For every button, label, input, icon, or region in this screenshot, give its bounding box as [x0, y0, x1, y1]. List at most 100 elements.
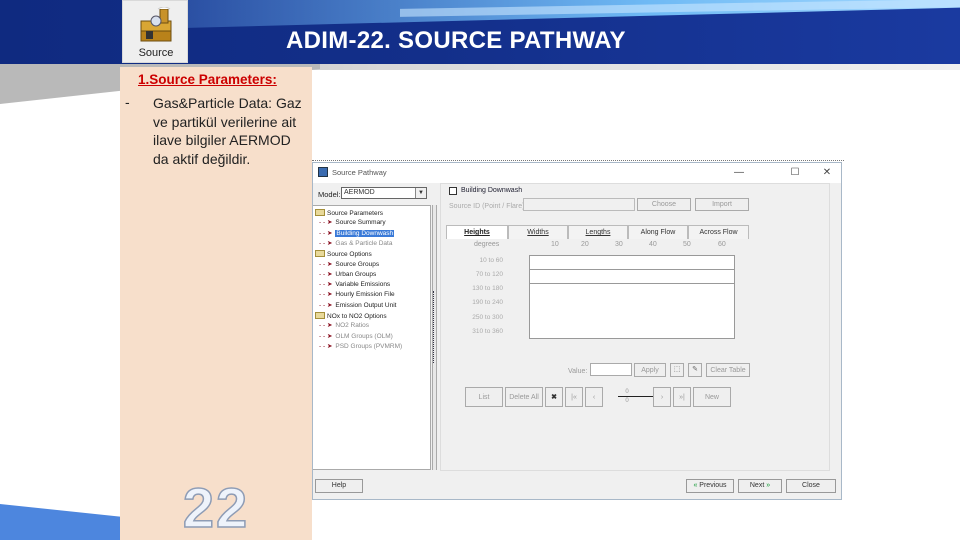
- degree-col-header: 40: [649, 241, 657, 248]
- maximize-button[interactable]: ☐: [781, 165, 809, 181]
- window-titlebar: Source Pathway — ☐ ✕: [313, 163, 841, 183]
- tab-widths[interactable]: Widths: [508, 225, 568, 239]
- tree-folder[interactable]: Source Options: [315, 250, 372, 259]
- degree-col-header: 60: [718, 241, 726, 248]
- total-records: 0: [625, 398, 629, 404]
- row-label: 310 to 360: [472, 328, 503, 335]
- tree-item[interactable]: - - ➤ Gas & Particle Data: [319, 240, 392, 249]
- table-row-divider: [530, 283, 734, 284]
- tree-item[interactable]: - - ➤ OLM Groups (OLM): [319, 333, 393, 342]
- building-downwash-checkbox[interactable]: [449, 187, 457, 195]
- tree-arrow-icon: - - ➤: [319, 342, 333, 350]
- tree-arrow-icon: - - ➤: [319, 322, 333, 330]
- first-record-icon[interactable]: |«: [565, 387, 583, 407]
- tree-label: NO2 Ratios: [335, 322, 369, 330]
- cursor-select-icon[interactable]: ⬚: [670, 363, 684, 377]
- tree-item[interactable]: - - ➤ Hourly Emission File: [319, 291, 395, 300]
- row-label: 190 to 240: [472, 299, 503, 306]
- tab-label: Lengths: [585, 229, 611, 236]
- help-button[interactable]: Help: [315, 479, 363, 493]
- tree-arrow-icon: - - ➤: [319, 229, 333, 237]
- tab-across-flow[interactable]: Across Flow: [688, 225, 749, 239]
- tree-item[interactable]: - - ➤ Source Summary: [319, 219, 386, 228]
- building-downwash-label: Building Downwash: [461, 187, 523, 194]
- slide-title: ADIM-22. SOURCE PATHWAY: [286, 27, 626, 54]
- slide-number: 22: [182, 475, 250, 540]
- tree-scrollbar[interactable]: [432, 205, 437, 470]
- tree-arrow-icon: - - ➤: [319, 291, 333, 299]
- model-label: Model:: [318, 190, 341, 199]
- scrollbar-grip[interactable]: [433, 291, 436, 363]
- tree-label: Emission Output Unit: [335, 301, 397, 309]
- tree-folder[interactable]: Source Parameters: [315, 209, 383, 218]
- tree-label: Source Summary: [335, 219, 386, 227]
- tree-label: Building Downwash: [335, 229, 395, 237]
- source-toolbar-button[interactable]: Source: [122, 0, 188, 63]
- previous-label: Previous: [699, 482, 727, 489]
- chevron-right-icon: »: [764, 482, 771, 489]
- new-button[interactable]: New: [693, 387, 731, 407]
- source-icon-label: Source: [138, 47, 174, 59]
- close-button[interactable]: Close: [786, 479, 836, 493]
- tree-arrow-icon: - - ➤: [319, 219, 333, 227]
- note-text: Gas&Particle Data: Gaz ve partikül veril…: [153, 95, 302, 167]
- note-bullet: -: [125, 94, 130, 110]
- current-record: 0: [625, 389, 629, 395]
- delete-all-button[interactable]: Delete All: [505, 387, 543, 407]
- tree-arrow-icon: - - ➤: [319, 239, 333, 247]
- tree-item[interactable]: - - ➤ Building Downwash: [319, 229, 395, 239]
- tree-item[interactable]: - - ➤ Variable Emissions: [319, 281, 390, 290]
- record-divider: [618, 396, 654, 397]
- model-select-value: AERMOD: [344, 189, 375, 196]
- tab-heights[interactable]: Heights: [446, 225, 508, 239]
- choose-button[interactable]: Choose: [637, 198, 691, 211]
- next-record-icon[interactable]: ›: [653, 387, 671, 407]
- previous-button[interactable]: « Previous: [686, 479, 734, 493]
- chevron-down-icon[interactable]: ▼: [415, 188, 426, 198]
- source-pathway-window: Source Pathway — ☐ ✕ Model: AERMOD ▼ Sou…: [312, 162, 842, 500]
- value-label: Value:: [568, 368, 588, 375]
- tree-label: OLM Groups (OLM): [335, 332, 393, 340]
- factory-icon: [140, 7, 172, 42]
- degree-col-header: 30: [615, 241, 623, 248]
- tree-arrow-icon: - - ➤: [319, 332, 333, 340]
- dimension-tabs: Heights Widths Lengths Along Flow Across…: [446, 225, 749, 239]
- folder-icon: [315, 312, 325, 319]
- tree-item[interactable]: - - ➤ NO2 Ratios: [319, 322, 369, 331]
- tree-item[interactable]: - - ➤ Urban Groups: [319, 271, 376, 280]
- last-record-icon[interactable]: »|: [673, 387, 691, 407]
- next-button[interactable]: Next »: [738, 479, 782, 493]
- tree-arrow-icon: - - ➤: [319, 260, 333, 268]
- heights-table[interactable]: [529, 255, 735, 339]
- folder-icon: [315, 209, 325, 216]
- previous-record-icon[interactable]: ‹: [585, 387, 603, 407]
- tree-label: Variable Emissions: [335, 281, 391, 289]
- delete-icon[interactable]: ✖: [545, 387, 563, 407]
- degree-col-header: 50: [683, 241, 691, 248]
- tab-along-flow[interactable]: Along Flow: [628, 225, 688, 239]
- value-input[interactable]: [590, 363, 632, 376]
- tree-folder[interactable]: NOx to NO2 Options: [315, 312, 387, 321]
- tree-item[interactable]: - - ➤ PSD Groups (PVMRM): [319, 343, 402, 352]
- tree-item[interactable]: - - ➤ Emission Output Unit: [319, 302, 396, 311]
- list-button[interactable]: List: [465, 387, 503, 407]
- import-button[interactable]: Import: [695, 198, 749, 211]
- row-label: 10 to 60: [479, 257, 504, 264]
- source-id-label: Source ID (Point / Flare):: [449, 203, 527, 210]
- tree-item[interactable]: - - ➤ Source Groups: [319, 261, 379, 270]
- close-window-button[interactable]: ✕: [813, 165, 841, 181]
- blue-corner-decoration: [0, 504, 120, 540]
- next-label: Next: [749, 482, 765, 489]
- source-id-input[interactable]: [523, 198, 635, 211]
- folder-icon: [315, 250, 325, 258]
- apply-button[interactable]: Apply: [634, 363, 666, 377]
- window-title: Source Pathway: [332, 168, 387, 177]
- minimize-button[interactable]: —: [725, 165, 753, 181]
- table-row-divider: [530, 269, 734, 270]
- model-select[interactable]: AERMOD ▼: [341, 187, 427, 199]
- tab-lengths[interactable]: Lengths: [568, 225, 628, 239]
- clear-table-button[interactable]: Clear Table: [706, 363, 750, 377]
- edit-icon[interactable]: ✎: [688, 363, 702, 377]
- tab-label: Along Flow: [640, 229, 676, 236]
- tree-label: PSD Groups (PVMRM): [335, 342, 403, 350]
